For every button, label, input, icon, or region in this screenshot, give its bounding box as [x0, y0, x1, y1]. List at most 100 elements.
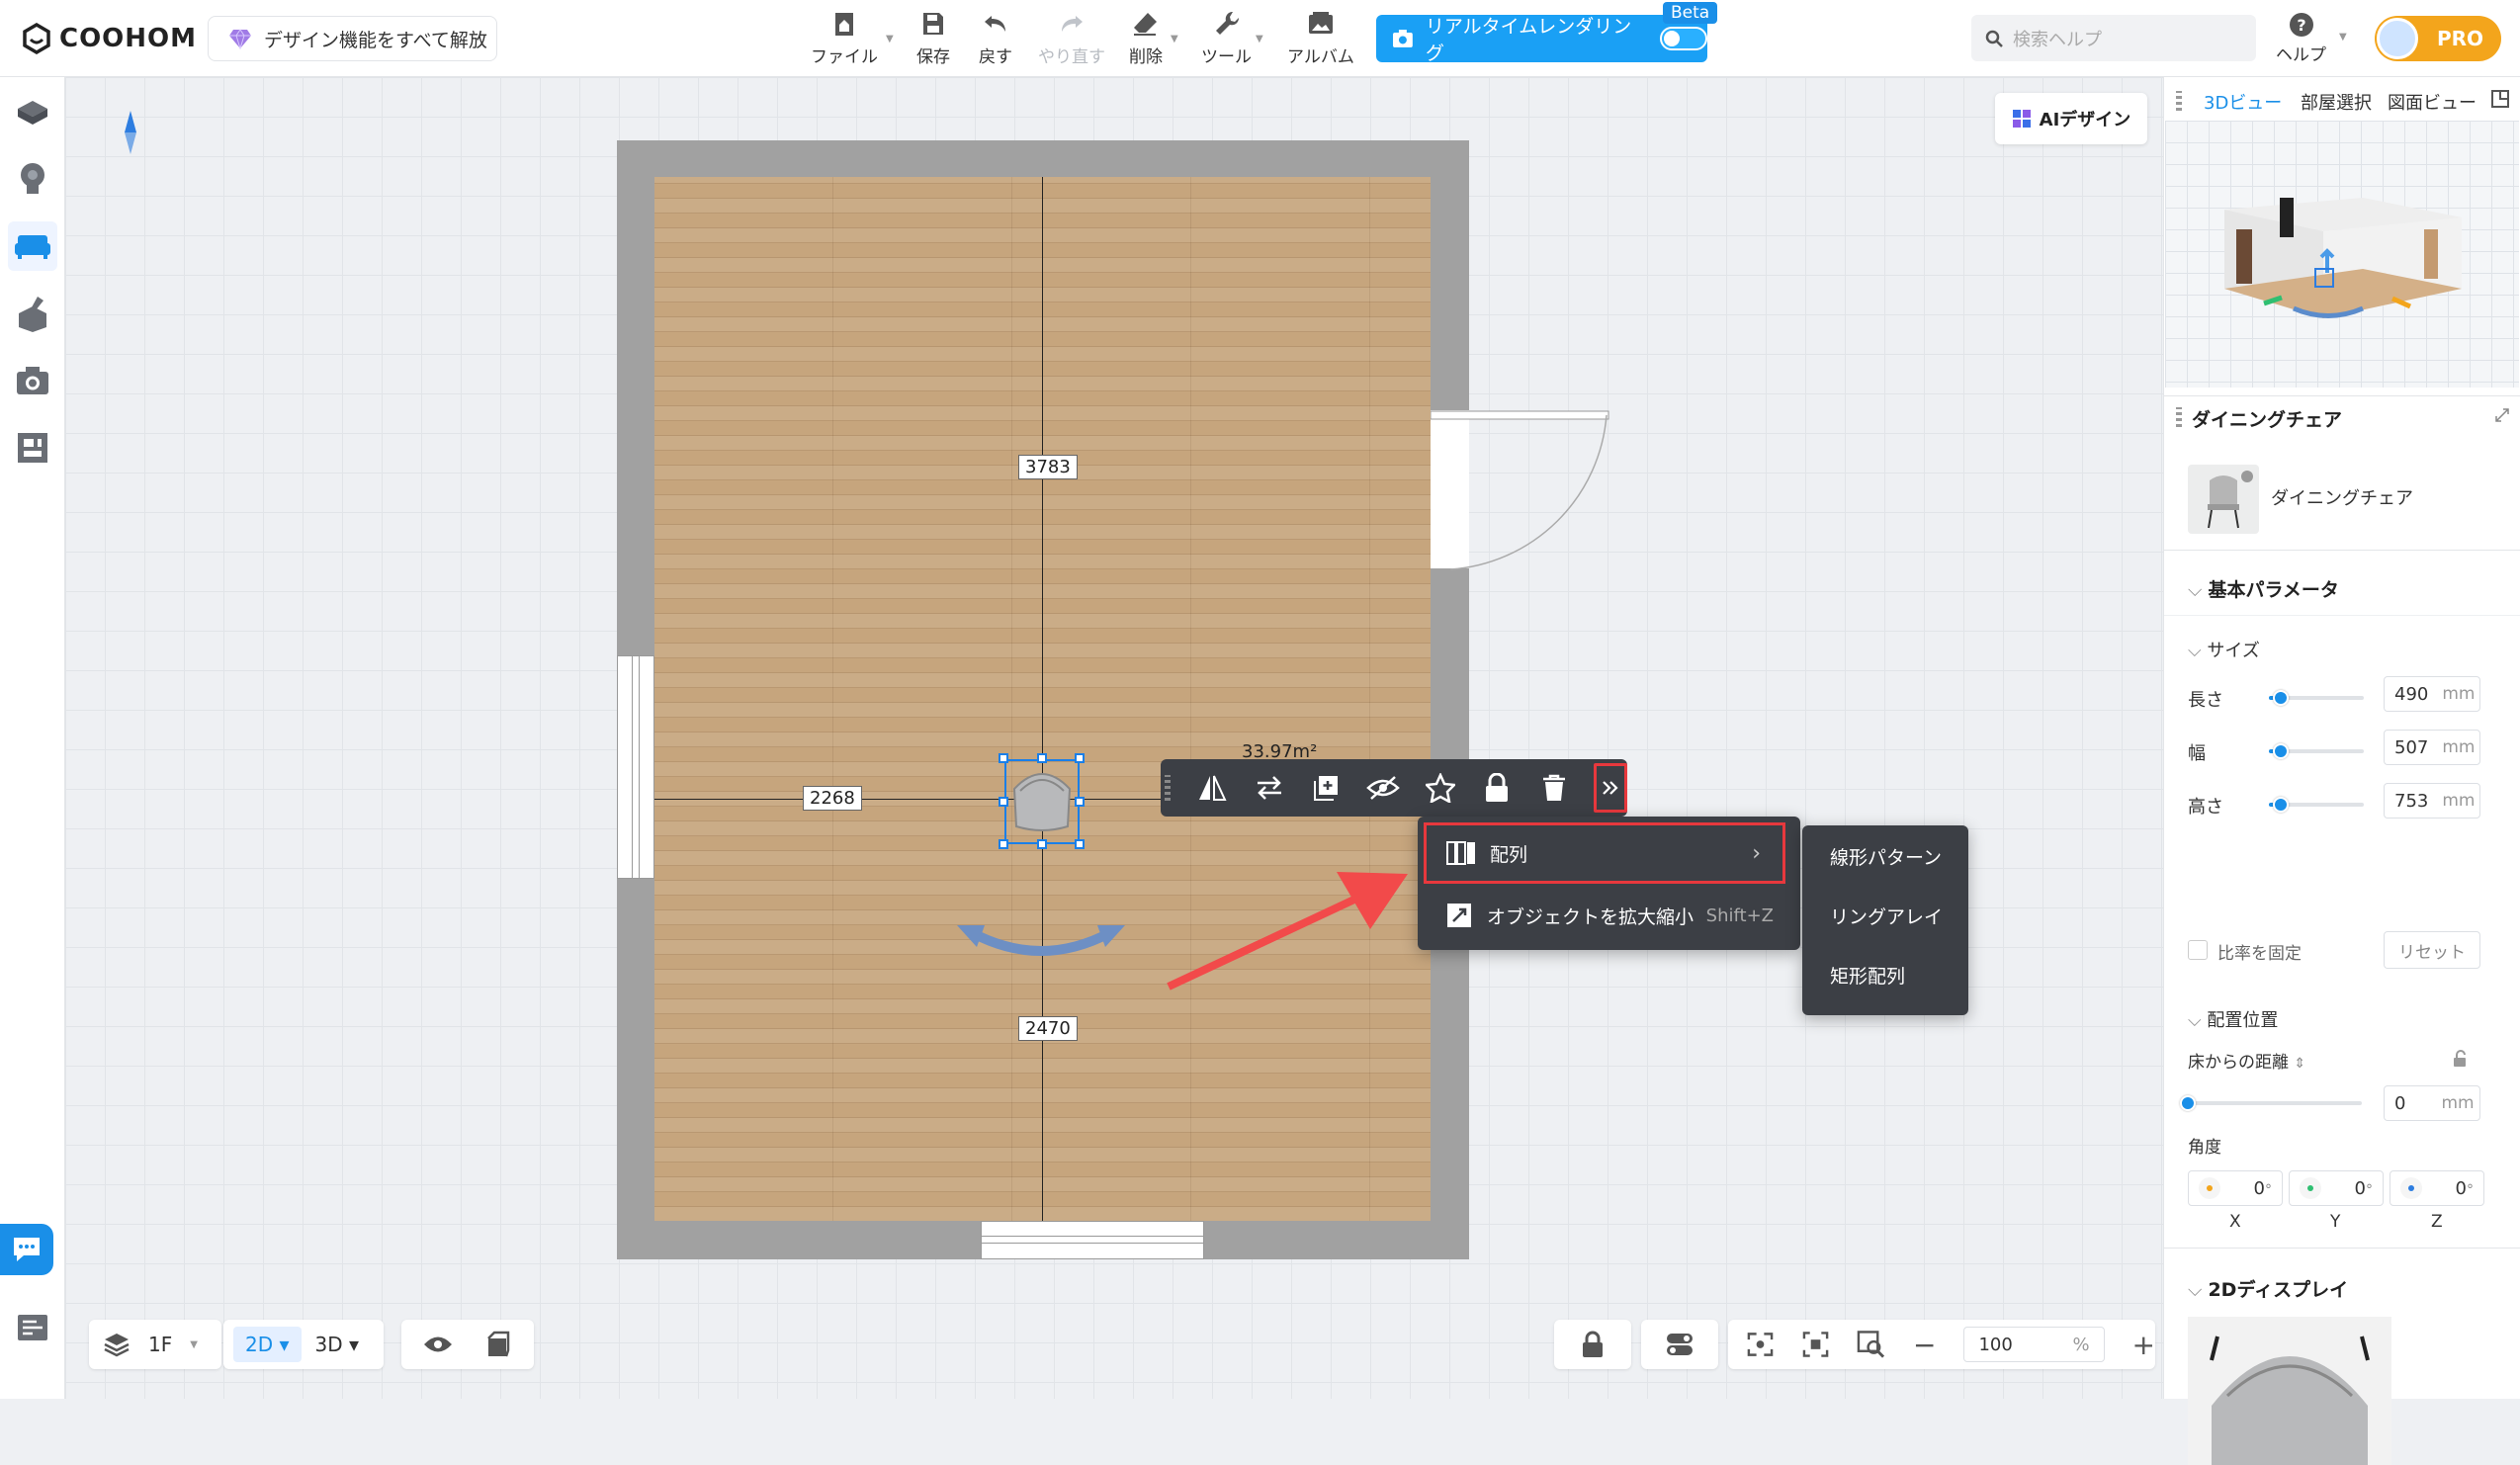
- dimension-label-left[interactable]: 2268: [803, 786, 862, 811]
- copy-button[interactable]: [1308, 769, 1344, 807]
- file-menu-button[interactable]: ファイル: [811, 8, 878, 67]
- undo-button[interactable]: 戻す: [979, 8, 1012, 67]
- tab-drawing-view[interactable]: 図面ビュー: [2388, 89, 2477, 115]
- angle-x-input[interactable]: 0°: [2188, 1170, 2283, 1206]
- resize-handle[interactable]: [1075, 797, 1085, 807]
- resize-handle[interactable]: [999, 797, 1008, 807]
- delete-caret-icon[interactable]: ▼: [1171, 34, 1178, 44]
- resize-handle[interactable]: [1037, 753, 1047, 763]
- sidebar-catalog-button[interactable]: [8, 1303, 57, 1352]
- placement-header[interactable]: ⌵ 配置位置: [2188, 1006, 2278, 1032]
- width-slider[interactable]: [2269, 743, 2364, 759]
- display2d-preview[interactable]: [2188, 1317, 2391, 1465]
- toolbar-drag-handle[interactable]: [1165, 775, 1171, 801]
- slider-knob[interactable]: [2180, 1095, 2196, 1111]
- sidebar-furniture-button[interactable]: [8, 221, 57, 271]
- height-input[interactable]: 753 mm: [2384, 783, 2480, 819]
- sidebar-model-library-button[interactable]: [8, 154, 57, 204]
- length-input[interactable]: 490 mm: [2384, 676, 2480, 712]
- angle-y-input[interactable]: 0°: [2289, 1170, 2384, 1206]
- size-header[interactable]: ⌵ サイズ: [2188, 637, 2260, 662]
- delete-menu-button[interactable]: 削除: [1129, 8, 1163, 67]
- redo-button[interactable]: やり直す: [1038, 8, 1105, 67]
- sidebar-build-button[interactable]: [8, 89, 57, 138]
- zoom-input[interactable]: 100%: [1963, 1327, 2105, 1362]
- zoom-out-button[interactable]: −: [1913, 1329, 1936, 1361]
- tools-menu-button[interactable]: ツール: [1201, 8, 1252, 67]
- help-button[interactable]: ? ヘルプ: [2276, 12, 2326, 65]
- album-button[interactable]: アルバム: [1287, 8, 1354, 67]
- mode-3d-button[interactable]: 3D ▾: [315, 1333, 360, 1356]
- sidebar-decorate-button[interactable]: [8, 289, 57, 338]
- window-bottom[interactable]: [981, 1221, 1204, 1259]
- tab-room-select[interactable]: 部屋選択: [2301, 89, 2372, 115]
- panel-drag-handle[interactable]: [2176, 407, 2182, 427]
- design-canvas[interactable]: AIデザイン 3783 2470 2268 2268 33.97m²: [65, 77, 2163, 1399]
- submenu-ring-array[interactable]: リングアレイ: [1830, 903, 1943, 929]
- avatar[interactable]: [2377, 18, 2418, 59]
- reset-button[interactable]: リセット: [2384, 931, 2480, 969]
- swap-button[interactable]: [1252, 769, 1287, 807]
- lock-button[interactable]: [1479, 769, 1515, 807]
- sidebar-render-button[interactable]: [8, 356, 57, 405]
- popout-icon[interactable]: [2490, 89, 2510, 109]
- resize-handle[interactable]: [999, 753, 1008, 763]
- unlock-icon[interactable]: [2451, 1050, 2469, 1068]
- menu-item-array[interactable]: 配列 ›: [1424, 822, 1785, 884]
- 3d-preview[interactable]: [2165, 121, 2519, 388]
- width-input[interactable]: 507 mm: [2384, 730, 2480, 765]
- resize-handle[interactable]: [1075, 753, 1085, 763]
- slider-knob[interactable]: [2272, 797, 2289, 813]
- unlock-features-button[interactable]: デザイン機能をすべて解放: [208, 16, 497, 61]
- floor-selector[interactable]: 1F ▼: [89, 1320, 221, 1369]
- box-view-icon[interactable]: [482, 1331, 510, 1358]
- pro-account-button[interactable]: PRO: [2375, 16, 2501, 61]
- focus-icon[interactable]: [1802, 1331, 1829, 1358]
- file-caret-icon[interactable]: ▼: [886, 34, 894, 44]
- chat-support-button[interactable]: [0, 1224, 53, 1275]
- app-logo[interactable]: COOHOM: [22, 20, 197, 57]
- slider-knob[interactable]: [2272, 690, 2289, 706]
- submenu-rect-array[interactable]: 矩形配列: [1830, 962, 1905, 989]
- resize-handle[interactable]: [1037, 839, 1047, 849]
- fit-view-icon[interactable]: [1746, 1331, 1775, 1358]
- menu-item-scale[interactable]: オブジェクトを拡大縮小 Shift+Z: [1424, 888, 1789, 943]
- panel-drag-handle[interactable]: [2176, 91, 2182, 111]
- height-slider[interactable]: [2269, 797, 2364, 813]
- resize-handle[interactable]: [1075, 839, 1085, 849]
- mode-2d-button[interactable]: 2D ▾: [233, 1327, 302, 1362]
- floor-distance-slider[interactable]: [2180, 1095, 2362, 1111]
- eye-icon[interactable]: [423, 1334, 453, 1355]
- tools-caret-icon[interactable]: ▼: [1256, 34, 1263, 44]
- rotate-handle-icon[interactable]: [957, 913, 1125, 969]
- display2d-header[interactable]: ⌵ 2Dディスプレイ: [2188, 1275, 2348, 1302]
- settings-toggle-button[interactable]: [1641, 1320, 1718, 1369]
- slider-knob[interactable]: [2272, 743, 2289, 759]
- hide-button[interactable]: [1365, 769, 1401, 807]
- object-thumbnail[interactable]: [2188, 465, 2259, 534]
- length-slider[interactable]: [2269, 690, 2364, 706]
- render-toggle[interactable]: [1660, 27, 1707, 50]
- lock-ratio-checkbox[interactable]: [2188, 940, 2208, 960]
- resize-handle[interactable]: [999, 839, 1008, 849]
- favorite-button[interactable]: [1423, 769, 1458, 807]
- submenu-linear-pattern[interactable]: 線形パターン: [1830, 843, 1942, 870]
- dimension-label-top[interactable]: 3783: [1018, 455, 1078, 479]
- selected-chair[interactable]: [1004, 759, 1080, 844]
- zoom-in-button[interactable]: +: [2132, 1329, 2155, 1361]
- basic-params-header[interactable]: ⌵ 基本パラメータ: [2188, 575, 2339, 602]
- sidebar-drawing-button[interactable]: [8, 423, 57, 473]
- tab-3d-view[interactable]: 3Dビュー: [2204, 89, 2282, 115]
- realtime-render-button[interactable]: リアルタイムレンダリング: [1376, 15, 1707, 64]
- angle-z-input[interactable]: 0°: [2390, 1170, 2484, 1206]
- expand-icon[interactable]: [2494, 407, 2510, 423]
- delete-object-button[interactable]: [1536, 769, 1572, 807]
- more-actions-button[interactable]: [1593, 763, 1627, 813]
- help-caret-icon[interactable]: ▼: [2339, 32, 2347, 43]
- floor-distance-input[interactable]: 0 mm: [2384, 1085, 2480, 1121]
- ai-design-button[interactable]: AIデザイン: [1995, 93, 2147, 144]
- zoom-window-icon[interactable]: [1857, 1330, 1885, 1359]
- help-search-input[interactable]: 検索ヘルプ: [1971, 15, 2256, 61]
- mirror-button[interactable]: [1194, 769, 1230, 807]
- dimension-label-bottom[interactable]: 2470: [1018, 1016, 1078, 1041]
